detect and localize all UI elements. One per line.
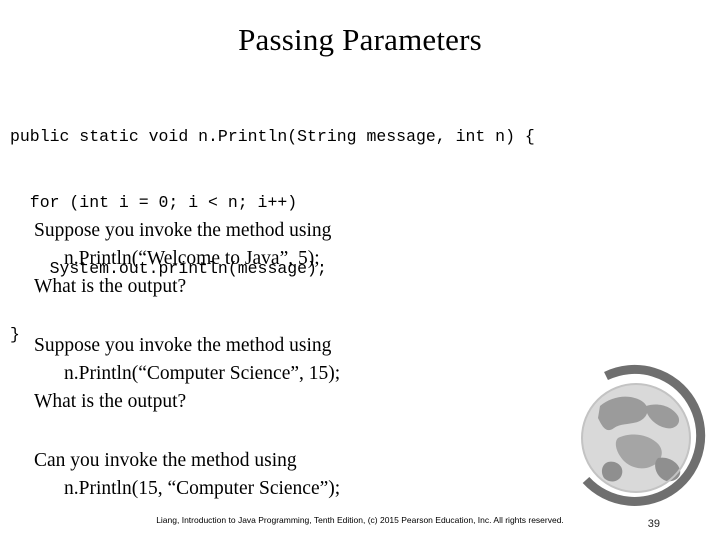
globe-decoration-icon	[562, 362, 712, 512]
slide: Passing Parameters public static void n.…	[0, 0, 720, 540]
paragraph-line: Suppose you invoke the method using	[34, 220, 332, 241]
paragraph-block: Can you invoke the method using n.Printl…	[34, 447, 554, 503]
page-title: Passing Parameters	[238, 22, 482, 57]
code-line: for (int i = 0; i < n; i++)	[10, 193, 298, 212]
paragraph-line-indented: n.Println(15, “Computer Science”);	[64, 478, 341, 499]
paragraph-block: Suppose you invoke the method using n.Pr…	[34, 217, 554, 301]
paragraph-line: What is the output?	[34, 391, 187, 412]
paragraph-line-indented: n.Println(“Welcome to Java”, 5);	[64, 248, 320, 269]
paragraph-line: What is the output?	[34, 276, 187, 297]
footer-line-1: Liang, Introduction to Java Programming,…	[156, 515, 503, 525]
code-line: public static void n.Println(String mess…	[10, 127, 535, 146]
paragraph-block: Suppose you invoke the method using n.Pr…	[34, 332, 554, 416]
paragraph-line: Can you invoke the method using	[34, 450, 297, 471]
footer-line-2: rights reserved.	[505, 515, 564, 525]
footer-copyright: Liang, Introduction to Java Programming,…	[0, 515, 720, 526]
paragraph-line: Suppose you invoke the method using	[34, 335, 332, 356]
paragraph-line-indented: n.Println(“Computer Science”, 15);	[64, 363, 341, 384]
page-number: 39	[647, 518, 660, 530]
